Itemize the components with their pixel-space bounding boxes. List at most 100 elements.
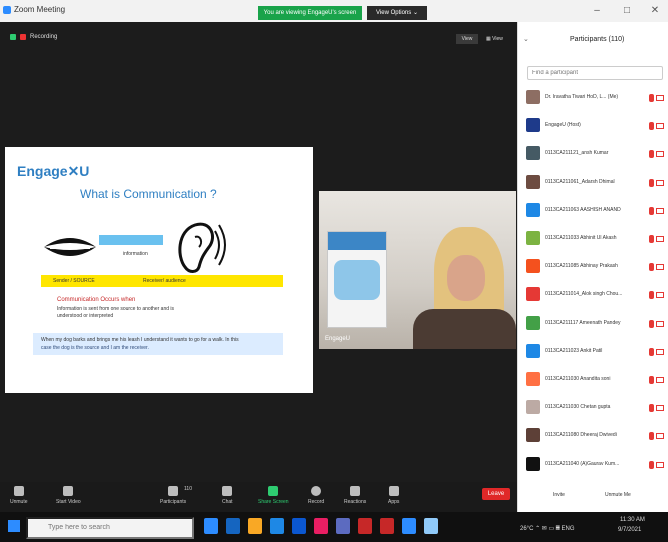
participant-name: 0113CA211121_ansh Kumar bbox=[545, 150, 609, 157]
participants-button[interactable]: Participants bbox=[160, 486, 186, 505]
participant-video-tile[interactable]: EngageU bbox=[319, 191, 516, 349]
participant-row[interactable]: 0113CA211061_Adarsh Dhimal bbox=[526, 173, 664, 195]
communication-text-line: Information is sent from one source to a… bbox=[57, 306, 175, 312]
gallery-view-button[interactable]: ▦ View bbox=[486, 34, 510, 44]
microphone-muted-icon[interactable] bbox=[649, 94, 654, 102]
participant-row[interactable]: 0113CA211033 Abhinit Ul Akash bbox=[526, 229, 664, 251]
participant-search-input[interactable] bbox=[527, 66, 663, 80]
record-button[interactable]: Record bbox=[308, 486, 324, 505]
taskbar-app-icon[interactable] bbox=[402, 518, 416, 534]
windows-start-icon[interactable] bbox=[8, 520, 20, 532]
slide-title: What is Communication ? bbox=[80, 187, 217, 201]
person-body bbox=[413, 309, 516, 349]
example-text-line: case the dog is the source and I am the … bbox=[41, 345, 149, 351]
zoom-app-icon bbox=[3, 6, 11, 14]
microphone-muted-icon[interactable] bbox=[649, 235, 654, 243]
participant-avatar bbox=[526, 259, 540, 274]
participants-icon bbox=[168, 486, 179, 496]
chat-label: Chat bbox=[222, 499, 233, 505]
taskbar-app-icon[interactable] bbox=[270, 518, 284, 534]
record-icon bbox=[311, 486, 322, 496]
video-off-icon[interactable] bbox=[656, 151, 664, 158]
apps-button[interactable]: Apps bbox=[388, 486, 399, 505]
speaker-view-button[interactable]: View bbox=[456, 34, 478, 44]
microphone-muted-icon[interactable] bbox=[649, 460, 654, 469]
taskbar-app-icon[interactable] bbox=[248, 518, 262, 534]
participant-row[interactable]: EngageU (Host) bbox=[526, 116, 664, 138]
participant-row[interactable]: 0113CA211121_ansh Kumar bbox=[526, 144, 664, 166]
microphone-muted-icon[interactable] bbox=[649, 319, 654, 328]
video-off-icon[interactable] bbox=[656, 377, 664, 383]
ear-icon bbox=[178, 222, 226, 273]
microphone-muted-icon[interactable] bbox=[649, 206, 654, 215]
microphone-muted-icon[interactable] bbox=[649, 404, 654, 413]
video-off-icon[interactable] bbox=[656, 292, 664, 299]
start-video-button[interactable]: Start Video bbox=[56, 486, 81, 505]
system-tray[interactable]: 26°C ⌃ ✉ ▭ 𝄜 ENG bbox=[520, 525, 575, 533]
taskbar-app-icon[interactable] bbox=[226, 518, 240, 534]
collapse-panel-icon[interactable]: ⌄ bbox=[523, 35, 529, 43]
minimize-button[interactable]: – bbox=[588, 4, 606, 18]
unmute-button[interactable]: Unmute bbox=[10, 486, 28, 505]
participant-row[interactable]: 0113CA211030 Anandita soni bbox=[526, 370, 664, 392]
clock-date[interactable]: 9/7/2021 bbox=[618, 527, 641, 533]
video-off-icon[interactable] bbox=[656, 236, 664, 242]
share-screen-button[interactable]: Share Screen bbox=[258, 486, 289, 505]
participant-row[interactable]: 0113CA211117 Ameenath Pandey bbox=[526, 314, 664, 336]
video-off-icon[interactable] bbox=[656, 461, 664, 468]
video-participant-name: EngageU bbox=[325, 336, 351, 342]
taskbar-app-icon[interactable] bbox=[204, 518, 218, 534]
taskbar-app-icon[interactable] bbox=[336, 518, 350, 534]
unmute-me-button[interactable]: Unmute Me bbox=[605, 492, 631, 498]
microphone-muted-icon[interactable] bbox=[649, 347, 654, 356]
participant-row[interactable]: 0113CA211023 Ankit Patil bbox=[526, 342, 664, 364]
video-off-icon[interactable] bbox=[656, 207, 664, 214]
video-off-icon bbox=[63, 486, 74, 496]
participant-avatar bbox=[526, 287, 540, 302]
participant-row[interactable]: 0113CA211030 Chetan gupta bbox=[526, 398, 664, 420]
reactions-button[interactable]: Reactions bbox=[344, 486, 366, 505]
microphone-muted-icon[interactable] bbox=[649, 178, 654, 187]
video-off-icon[interactable] bbox=[656, 320, 664, 327]
microphone-muted-icon[interactable] bbox=[649, 376, 654, 384]
video-off-icon[interactable] bbox=[656, 433, 664, 440]
participant-row[interactable]: Dr. Iravatha Tiwari HoD, L... (Me) bbox=[526, 88, 664, 110]
video-off-icon[interactable] bbox=[656, 405, 664, 412]
microphone-muted-icon[interactable] bbox=[649, 291, 654, 300]
participant-row[interactable]: 0113CA211014_Alok singh Chou... bbox=[526, 285, 664, 307]
microphone-muted-icon[interactable] bbox=[649, 122, 654, 131]
clock-time[interactable]: 11:30 AM bbox=[620, 517, 645, 523]
meeting-toolbar: Unmute Start Video Participants 110 Chat… bbox=[0, 482, 517, 512]
leave-button[interactable]: Leave bbox=[482, 488, 510, 500]
window-title: Zoom Meeting bbox=[14, 5, 66, 14]
invite-button[interactable]: Invite bbox=[553, 492, 565, 498]
person-face bbox=[447, 255, 485, 301]
taskbar-app-icon[interactable] bbox=[292, 518, 306, 534]
book-cover-header bbox=[328, 232, 386, 250]
taskbar-app-icon[interactable] bbox=[358, 518, 372, 534]
video-off-icon[interactable] bbox=[656, 348, 664, 355]
microphone-muted-icon[interactable] bbox=[649, 432, 654, 441]
view-options-button[interactable]: View Options ⌄ bbox=[367, 6, 427, 20]
taskbar-app-icon[interactable] bbox=[424, 518, 438, 534]
receiver-label: Receiver/ audience bbox=[143, 278, 186, 284]
video-off-icon[interactable] bbox=[656, 123, 664, 130]
participant-avatar bbox=[526, 90, 540, 104]
microphone-muted-icon[interactable] bbox=[649, 150, 654, 159]
participant-name: 0113CA211080 Dheeraj Dwivedi bbox=[545, 432, 617, 439]
maximize-button[interactable]: □ bbox=[618, 4, 636, 18]
video-off-icon[interactable] bbox=[656, 95, 664, 101]
chat-button[interactable]: Chat bbox=[222, 486, 233, 505]
participant-row[interactable]: 0113CA211085 Abhinay Prakash bbox=[526, 257, 664, 279]
participant-row[interactable]: 0113CA211063 AASHISH ANAND bbox=[526, 201, 664, 223]
taskbar-app-icon[interactable] bbox=[380, 518, 394, 534]
taskbar-search-input[interactable] bbox=[26, 517, 194, 539]
participant-row[interactable]: 0113CA211040 (A)Gaurav Kum... bbox=[526, 455, 664, 477]
taskbar-app-icon[interactable] bbox=[314, 518, 328, 534]
video-off-icon[interactable] bbox=[656, 179, 664, 186]
participant-avatar bbox=[526, 456, 540, 471]
close-button[interactable]: ✕ bbox=[646, 4, 664, 18]
video-off-icon[interactable] bbox=[656, 264, 664, 271]
microphone-muted-icon[interactable] bbox=[649, 263, 654, 272]
participant-row[interactable]: 0113CA211080 Dheeraj Dwivedi bbox=[526, 426, 664, 448]
